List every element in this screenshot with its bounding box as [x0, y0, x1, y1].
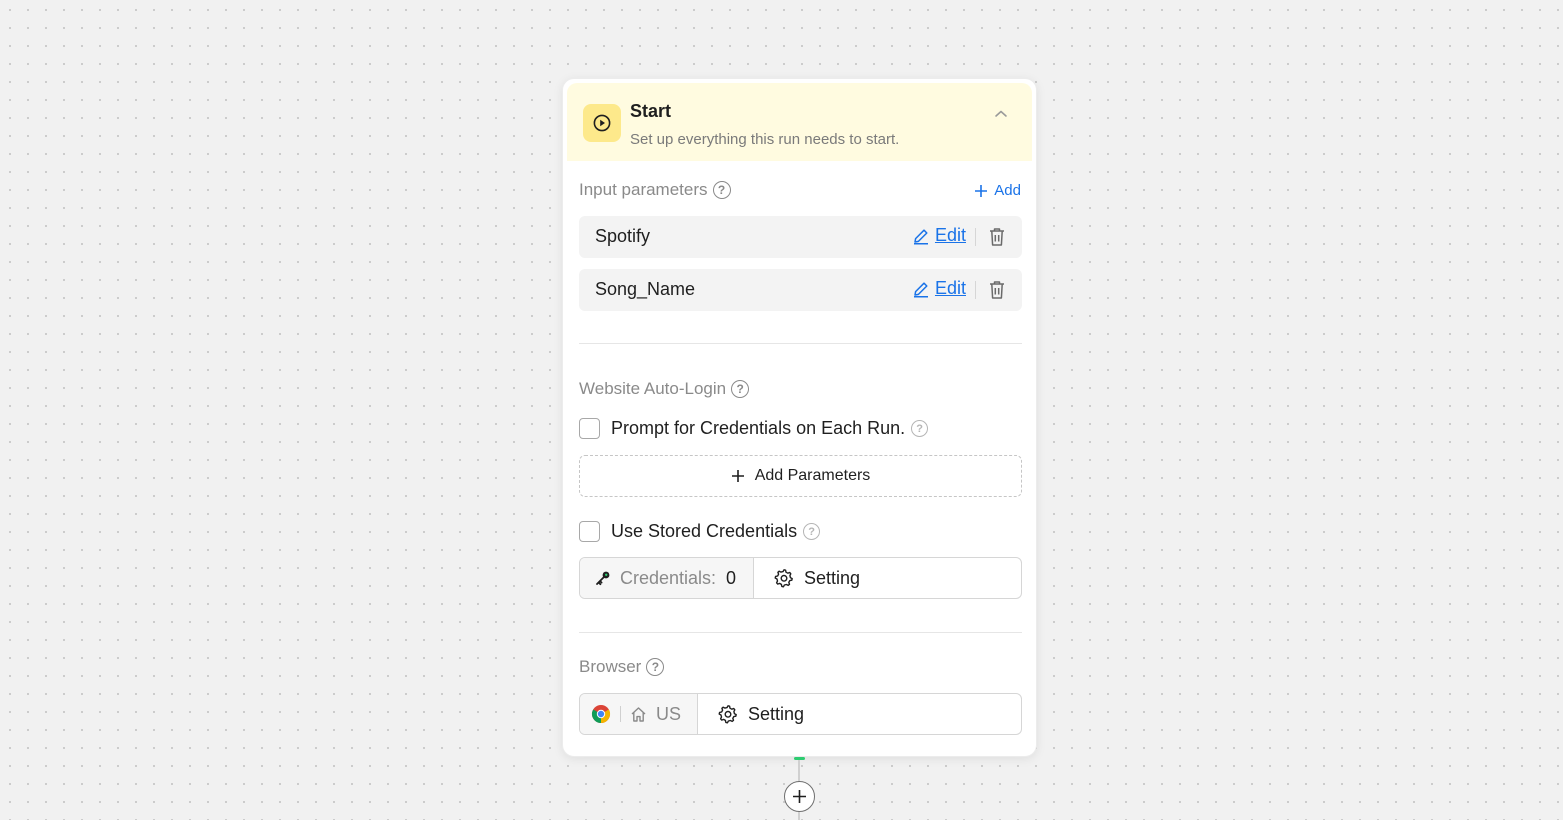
help-icon[interactable]: ?	[712, 181, 731, 199]
pencil-icon	[913, 228, 928, 245]
pencil-icon	[913, 281, 928, 298]
plus-icon	[731, 470, 744, 482]
add-parameters-button[interactable]: Add Parameters	[579, 455, 1022, 497]
parameter-row-spotify: Spotify Edit	[579, 216, 1022, 258]
credentials-setting-button[interactable]: Setting	[754, 558, 1021, 598]
chevron-up-icon[interactable]	[992, 105, 1010, 123]
gear-icon	[718, 705, 737, 724]
parameter-name: Song_Name	[595, 279, 696, 299]
parameter-name: Spotify	[595, 226, 651, 246]
credentials-field: Credentials: 0 Setting	[579, 557, 1022, 599]
parameter-row-song-name: Song_Name Edit	[579, 269, 1022, 311]
help-icon[interactable]: ?	[646, 658, 665, 676]
website-auto-login-label: Website Auto-Login ?	[579, 379, 750, 399]
home-icon	[631, 706, 646, 722]
add-parameter-button[interactable]: Add	[974, 182, 1021, 199]
plus-icon	[793, 790, 806, 803]
browser-info-display: US	[580, 694, 698, 734]
connector-port[interactable]	[794, 757, 805, 760]
help-icon[interactable]: ?	[911, 420, 929, 437]
key-icon	[596, 571, 610, 586]
start-node-header[interactable]: Start Set up everything this run needs t…	[567, 83, 1032, 161]
section-divider	[579, 632, 1022, 633]
divider	[975, 281, 976, 299]
chrome-icon	[591, 705, 611, 723]
input-parameters-label: Input parameters ?	[579, 180, 731, 200]
start-node-title: Start	[630, 101, 672, 121]
browser-region: US	[656, 703, 682, 724]
stored-credentials-checkbox[interactable]	[579, 521, 600, 542]
trash-icon[interactable]	[988, 280, 1006, 300]
start-node-subtitle: Set up everything this run needs to star…	[630, 131, 900, 148]
browser-field: US Setting	[579, 693, 1022, 735]
browser-label: Browser ?	[579, 657, 665, 677]
edit-button[interactable]: Edit	[912, 278, 966, 299]
stored-credentials-row: Use Stored Credentials ?	[579, 521, 821, 542]
divider	[975, 228, 976, 246]
plus-icon	[975, 184, 988, 197]
edit-button[interactable]: Edit	[912, 225, 966, 246]
divider	[620, 706, 621, 722]
play-circle-icon	[583, 104, 621, 142]
add-node-button[interactable]	[784, 781, 815, 812]
prompt-credentials-checkbox[interactable]	[579, 418, 600, 439]
help-icon[interactable]: ?	[803, 523, 821, 540]
browser-setting-button[interactable]: Setting	[698, 694, 1021, 734]
section-divider	[579, 343, 1022, 344]
help-icon[interactable]: ?	[731, 380, 750, 398]
credentials-count: 0	[726, 567, 737, 588]
prompt-credentials-row: Prompt for Credentials on Each Run. ?	[579, 418, 929, 439]
start-node-card: Start Set up everything this run needs t…	[562, 78, 1037, 757]
trash-icon[interactable]	[988, 227, 1006, 247]
gear-icon	[774, 569, 793, 588]
credentials-count-display: Credentials: 0	[580, 558, 754, 598]
